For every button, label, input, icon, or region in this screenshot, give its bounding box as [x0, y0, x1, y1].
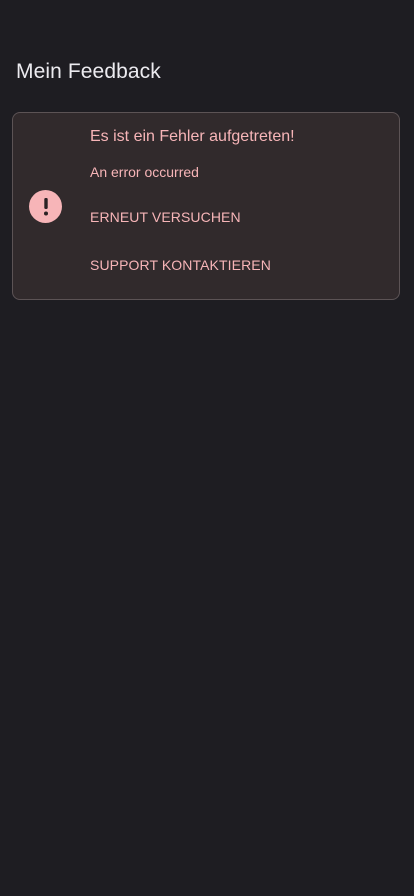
contact-support-button[interactable]: SUPPORT KONTAKTIEREN [82, 247, 279, 283]
alert-circle-icon [29, 190, 62, 223]
retry-button[interactable]: ERNEUT VERSUCHEN [82, 199, 249, 235]
page-title: Mein Feedback [16, 60, 161, 83]
error-message: An error occurred [90, 164, 199, 180]
error-card: Es ist ein Fehler aufgetreten! An error … [12, 112, 400, 300]
error-title: Es ist ein Fehler aufgetreten! [90, 128, 295, 145]
